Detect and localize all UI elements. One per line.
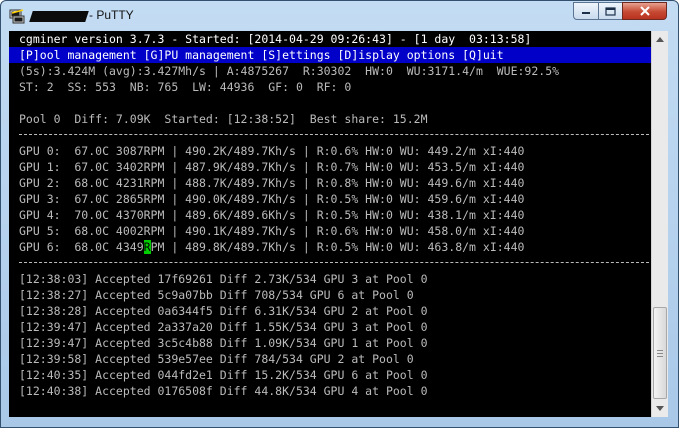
log-line: [12:40:35] Accepted 044fd2e1 Diff 15.2K/…	[19, 368, 428, 382]
close-icon	[639, 6, 650, 16]
maximize-button[interactable]	[598, 2, 623, 20]
scroll-up-button[interactable]	[652, 31, 668, 48]
vertical-scrollbar[interactable]	[651, 31, 668, 417]
redacted-hostname	[29, 11, 89, 22]
title-bar[interactable]: - PuTTY	[1, 1, 678, 31]
terminal-screen[interactable]: cgminer version 3.7.3 - Started: [2014-0…	[9, 31, 651, 417]
pool-info-line: Pool 0 Diff: 7.09K Started: [12:38:52] B…	[19, 112, 428, 126]
hashrate-stats-line: (5s):3.424M (avg):3.427Mh/s | A:4875267 …	[19, 64, 560, 78]
putty-window: - PuTTY cgminer version 3.7.3 - Started:…	[0, 0, 679, 428]
arrow-down-icon	[656, 406, 664, 411]
text-cursor: R	[143, 240, 151, 254]
scrollbar-thumb[interactable]	[653, 307, 667, 399]
gpu-status-line: GPU 3: 67.0C 2865RPM | 490.0K/489.7Kh/s …	[19, 192, 525, 206]
scroll-down-button[interactable]	[652, 400, 668, 417]
gpu-line-text: PM | 489.8K/489.7Kh/s | R:0.5% HW:0 WU: …	[150, 240, 525, 254]
log-line: [12:38:28] Accepted 0a6344f5 Diff 6.31K/…	[19, 304, 428, 318]
menu-options-line: [P]ool management [G]PU management [S]et…	[19, 48, 504, 62]
minimize-icon	[582, 12, 590, 14]
cgminer-header-line: cgminer version 3.7.3 - Started: [2014-0…	[19, 32, 532, 46]
putty-app-icon[interactable]	[9, 8, 25, 24]
log-line: [12:39:58] Accepted 539e57ee Diff 784/53…	[19, 352, 414, 366]
gpu-status-line: GPU 2: 68.0C 4231RPM | 488.7K/489.7Kh/s …	[19, 176, 525, 190]
gpu-status-line: GPU 0: 67.0C 3087RPM | 490.2K/489.7Kh/s …	[19, 144, 525, 158]
separator-line	[19, 134, 649, 135]
log-line: [12:38:03] Accepted 17f69261 Diff 2.73K/…	[19, 272, 428, 286]
gpu-status-line: GPU 6: 68.0C 4349RPM | 489.8K/489.7Kh/s …	[19, 239, 524, 255]
log-line: [12:39:47] Accepted 3c5c4b88 Diff 1.09K/…	[19, 336, 428, 350]
log-line: [12:38:27] Accepted 5c9a07bb Diff 708/53…	[19, 288, 414, 302]
block-stats-line: ST: 2 SS: 553 NB: 765 LW: 44936 GF: 0 RF…	[19, 80, 352, 94]
gpu-status-line: GPU 4: 70.0C 4370RPM | 489.6K/489.6Kh/s …	[19, 208, 525, 222]
thumb-grip-icon	[657, 349, 663, 358]
separator-line	[19, 262, 649, 263]
close-button[interactable]	[622, 2, 667, 20]
window-title: - PuTTY	[89, 8, 134, 22]
gpu-status-line: GPU 1: 67.0C 3402RPM | 487.9K/489.7Kh/s …	[19, 160, 525, 174]
log-line: [12:39:47] Accepted 2a337a20 Diff 1.55K/…	[19, 320, 428, 334]
gpu-line-text: GPU 6: 68.0C 4349	[19, 240, 144, 254]
minimize-button[interactable]	[573, 2, 599, 20]
arrow-up-icon	[656, 37, 664, 42]
maximize-icon	[605, 6, 616, 16]
gpu-status-line: GPU 5: 68.0C 4002RPM | 490.1K/489.7Kh/s …	[19, 224, 525, 238]
log-line: [12:40:38] Accepted 0176508f Diff 44.8K/…	[19, 384, 428, 398]
